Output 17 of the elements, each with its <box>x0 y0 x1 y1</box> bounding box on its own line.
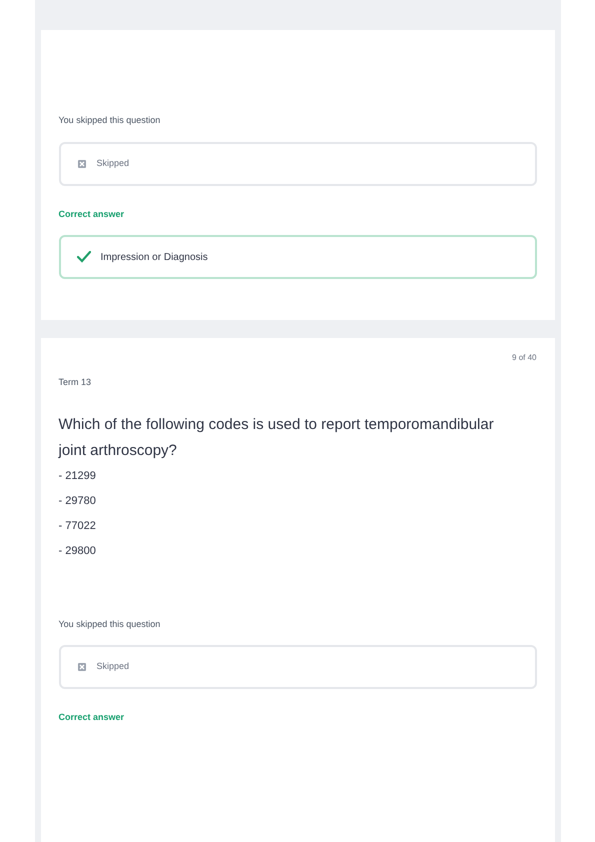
skip-icon <box>76 662 86 672</box>
answer-box: Skipped <box>58 645 536 689</box>
check-icon <box>76 251 90 263</box>
option-text: - 29780 <box>58 494 97 508</box>
answer-prompt: You skipped this question <box>58 618 162 631</box>
answer-prompt: You skipped this question <box>58 114 162 127</box>
correct-answer-label: Correct answer <box>58 711 126 724</box>
question-text: Which of the following codes is used to report temporomandibular joint arthroscopy? <box>58 414 495 460</box>
correct-answer-label: Correct answer <box>58 208 126 220</box>
answer-box: Skipped <box>58 142 536 186</box>
option-text: - 77022 <box>58 518 97 534</box>
skip-icon <box>76 158 86 168</box>
option-text: - 21299 <box>58 468 97 484</box>
correct-answer-box: Impression or Diagnosis <box>58 235 536 279</box>
term-label: Term 13 <box>58 376 92 389</box>
question-counter: 9 of 40 <box>512 352 536 364</box>
option-text: - 29800 <box>58 544 97 558</box>
